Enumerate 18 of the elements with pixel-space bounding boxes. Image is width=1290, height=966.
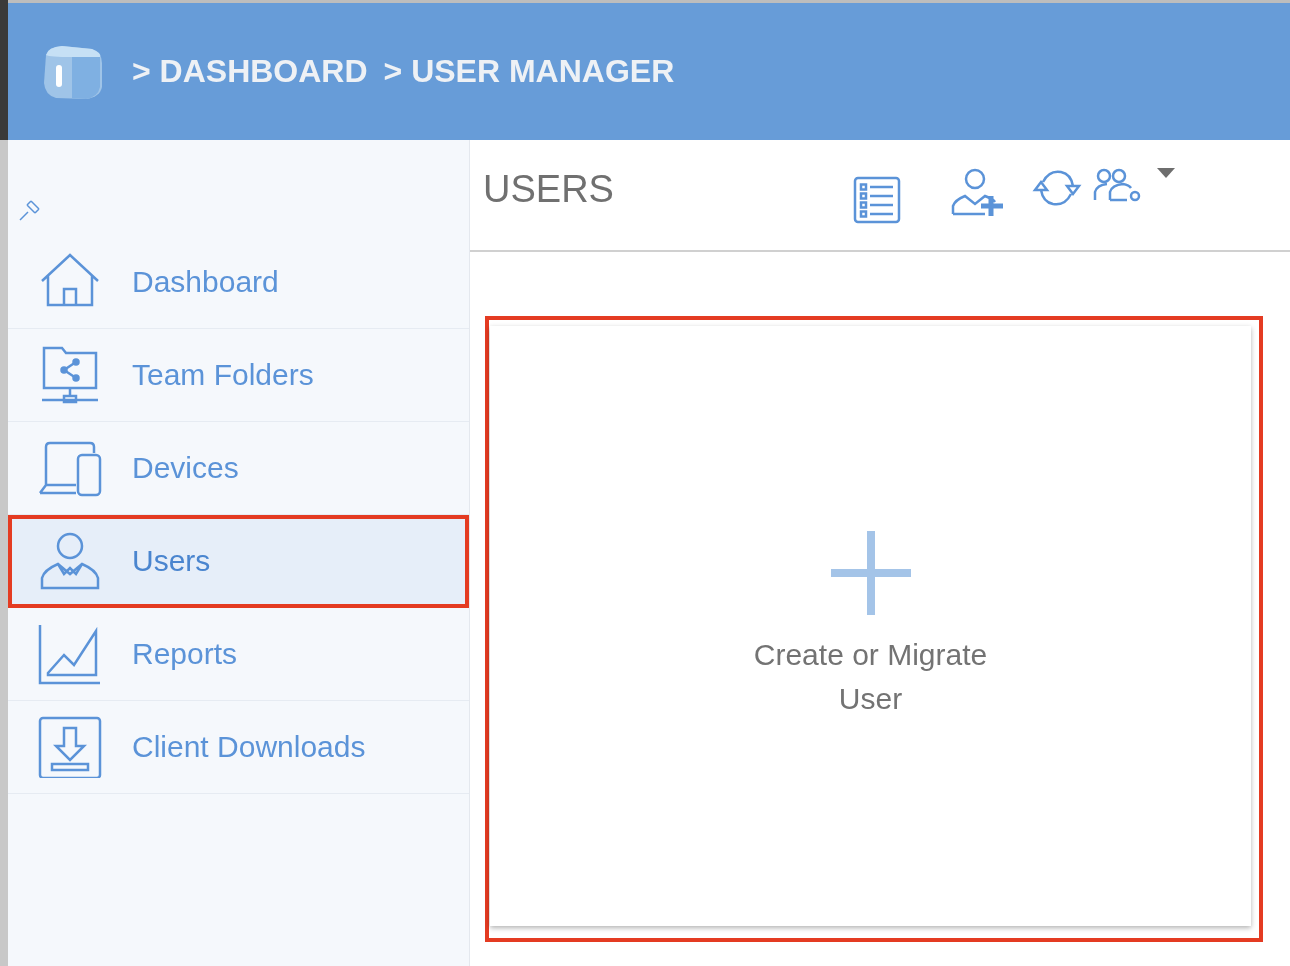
- breadcrumb-link[interactable]: > DASHBOARD: [132, 53, 368, 90]
- user-group-settings-icon: [1093, 168, 1143, 202]
- sync-icon: [1031, 168, 1083, 208]
- create-user-card[interactable]: Create or Migrate User: [490, 326, 1251, 926]
- download-icon: [38, 716, 102, 778]
- breadcrumb-link[interactable]: > USER MANAGER: [383, 53, 675, 90]
- plus-icon: [830, 531, 911, 615]
- chart-icon: [38, 623, 102, 685]
- user-icon: [38, 530, 102, 592]
- caret-icon: [1157, 168, 1175, 178]
- page-title: USERS: [483, 168, 615, 211]
- user-settings-menu[interactable]: [1093, 168, 1175, 202]
- list-icon: [853, 176, 901, 224]
- sidebar-item[interactable]: Reports: [8, 608, 469, 701]
- sidebar-item[interactable]: Users: [8, 515, 469, 608]
- sidebar-item[interactable]: Team Folders: [8, 329, 469, 422]
- sidebar-item[interactable]: Client Downloads: [8, 701, 469, 794]
- sidebar-item[interactable]: Dashboard: [8, 236, 469, 329]
